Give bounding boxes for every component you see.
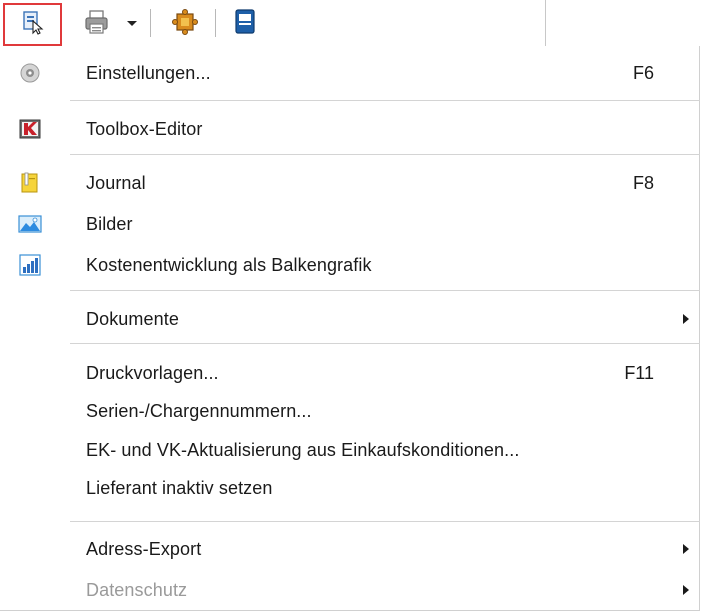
journal-note-icon: [18, 171, 42, 195]
toolbar-separator: [215, 9, 216, 37]
bar-chart-icon: [18, 253, 42, 277]
puzzle-icon: [171, 8, 199, 41]
menu-item-label: Dokumente: [86, 308, 179, 329]
settings-disc-icon: [18, 61, 42, 85]
menu-item-label: Serien-/Chargennummern...: [86, 400, 312, 421]
dropdown-menu: Einstellungen... F6 Toolbox-Editor Journ…: [0, 46, 703, 613]
menu-item-label: Toolbox-Editor: [86, 118, 203, 139]
menu-item-label: Datenschutz: [86, 579, 188, 600]
menu-separator: [70, 343, 700, 344]
toolbox-icon: [18, 117, 42, 141]
menu-item-label: Journal: [86, 172, 146, 193]
menu-item-shortcut: F11: [624, 362, 654, 383]
print-dropdown-button[interactable]: [122, 4, 142, 44]
menu-item-toolbox-editor[interactable]: Toolbox-Editor: [0, 109, 700, 149]
window-button[interactable]: [228, 4, 262, 44]
document-action-button[interactable]: [3, 3, 62, 46]
menu-item-label: Kostenentwicklung als Balkengrafik: [86, 254, 372, 275]
menu-item-dokumente[interactable]: Dokumente: [0, 299, 700, 339]
menu-item-journal[interactable]: Journal F8: [0, 163, 700, 203]
plugin-button[interactable]: [168, 4, 202, 44]
menu-item-druckvorlagen[interactable]: Druckvorlagen... F11: [0, 353, 700, 393]
menu-item-serien-chargennummern[interactable]: Serien-/Chargennummern...: [0, 391, 700, 431]
picture-icon: [18, 212, 42, 236]
menu-item-datenschutz: Datenschutz: [0, 570, 700, 610]
menu-item-ek-vk-aktualisierung[interactable]: EK- und VK-Aktualisierung aus Einkaufsko…: [0, 430, 700, 470]
toolbar-separator: [150, 9, 151, 37]
menu-separator: [70, 521, 700, 522]
menu-item-lieferant-inaktiv[interactable]: Lieferant inaktiv setzen: [0, 468, 700, 508]
document-action-icon: [21, 9, 45, 40]
menu-separator: [70, 100, 700, 101]
menu-item-kostenentwicklung[interactable]: Kostenentwicklung als Balkengrafik: [0, 245, 700, 285]
blue-window-icon: [232, 8, 258, 41]
submenu-arrow-icon: [683, 585, 689, 595]
menu-item-shortcut: F8: [632, 172, 654, 193]
submenu-arrow-icon: [683, 314, 689, 324]
toolbar: [0, 0, 546, 47]
menu-item-label: EK- und VK-Aktualisierung aus Einkaufsko…: [86, 439, 520, 460]
menu-item-einstellungen[interactable]: Einstellungen... F6: [0, 53, 700, 93]
menu-item-adress-export[interactable]: Adress-Export: [0, 529, 700, 569]
submenu-arrow-icon: [683, 544, 689, 554]
menu-separator: [70, 290, 700, 291]
menu-item-bilder[interactable]: Bilder: [0, 204, 700, 244]
menu-separator: [70, 154, 700, 155]
print-button[interactable]: [80, 4, 114, 44]
menu-item-label: Lieferant inaktiv setzen: [86, 477, 273, 498]
menu-item-shortcut: F6: [632, 62, 654, 83]
menu-item-label: Adress-Export: [86, 538, 202, 559]
menu-item-label: Einstellungen...: [86, 62, 211, 83]
menu-item-label: Druckvorlagen...: [86, 362, 219, 383]
printer-icon: [83, 8, 111, 41]
menu-item-label: Bilder: [86, 213, 133, 234]
chevron-down-icon: [126, 15, 138, 33]
